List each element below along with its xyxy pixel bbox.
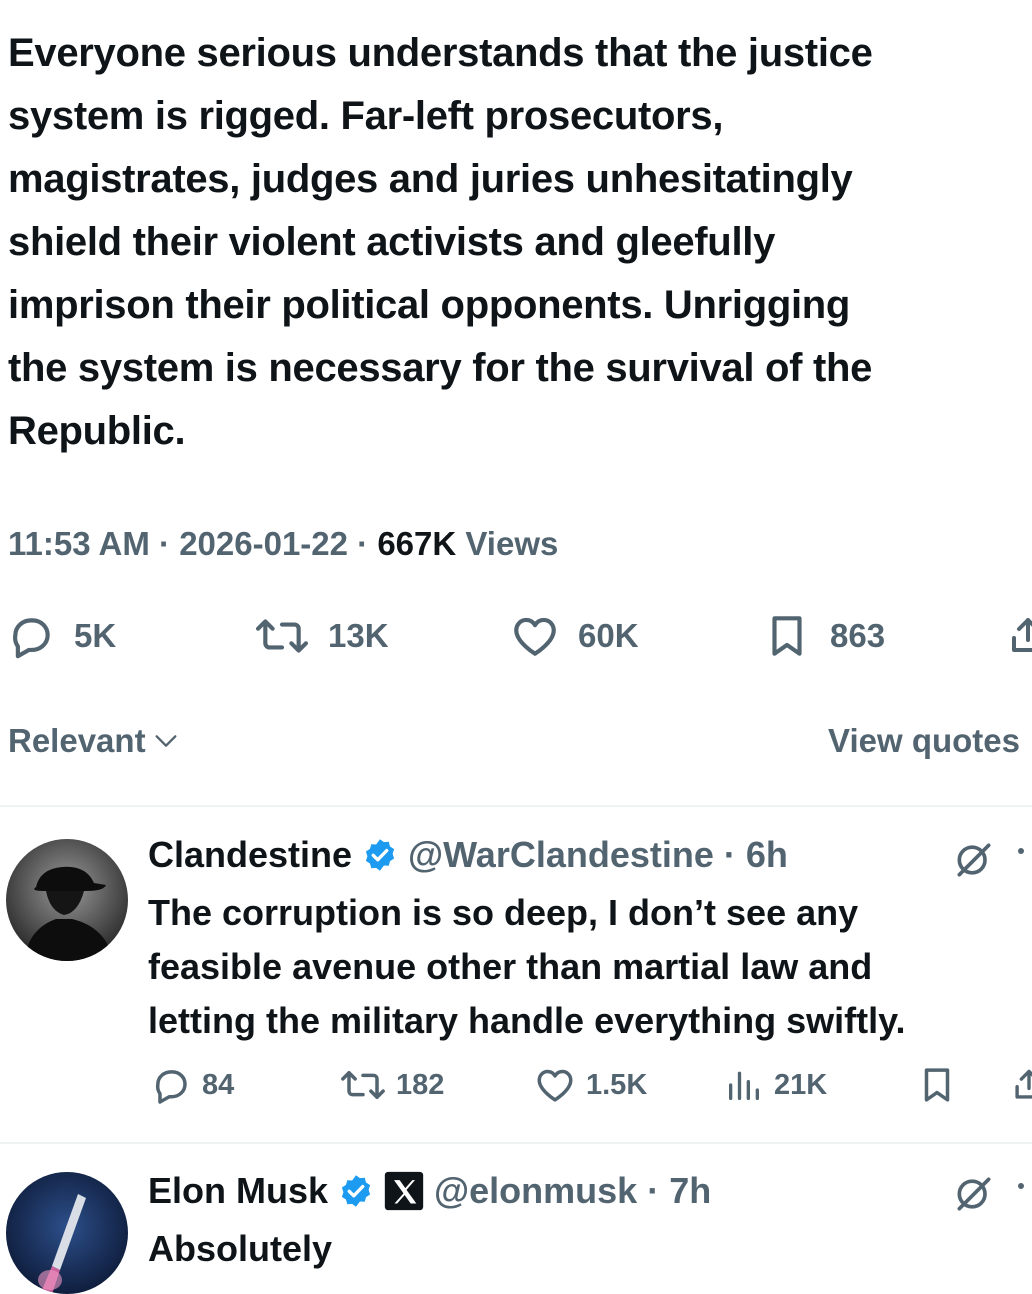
avatar[interactable] bbox=[6, 1172, 128, 1294]
share-icon[interactable] bbox=[1012, 1064, 1032, 1106]
reply-like-count: 1.5K bbox=[586, 1068, 648, 1101]
divider bbox=[0, 1142, 1032, 1144]
analytics-icon bbox=[729, 1071, 759, 1100]
views-label: Views bbox=[465, 525, 559, 562]
reply-header: Clandestine @WarClandestine · 6h bbox=[148, 834, 788, 876]
reply-icon bbox=[13, 618, 50, 659]
verified-badge-icon bbox=[365, 839, 395, 871]
bookmark-icon[interactable] bbox=[916, 1064, 958, 1106]
tweet-date[interactable]: 2026-01-22 bbox=[179, 525, 348, 562]
avatar-image bbox=[6, 839, 128, 961]
sort-dropdown[interactable]: Relevant bbox=[8, 722, 180, 760]
reply-repost-count: 182 bbox=[396, 1068, 445, 1101]
views-count: 667K bbox=[377, 525, 457, 562]
reply-like-button[interactable]: 1.5K bbox=[534, 1064, 647, 1106]
reply-author-handle[interactable]: @elonmusk bbox=[434, 1170, 637, 1211]
repost-button[interactable]: 13K bbox=[254, 600, 389, 672]
like-count: 60K bbox=[578, 617, 639, 654]
share-button[interactable] bbox=[1008, 600, 1032, 672]
tweet-time[interactable]: 11:53 AM bbox=[8, 525, 150, 562]
verified-badge-icon bbox=[341, 1175, 371, 1207]
tweet-action-bar: 5K 13K 60K 863 bbox=[0, 600, 1032, 672]
reply-text: Absolutely bbox=[148, 1228, 333, 1269]
grok-icon[interactable] bbox=[952, 838, 996, 882]
like-button[interactable]: 60K bbox=[510, 600, 639, 672]
more-options-icon[interactable] bbox=[1018, 1183, 1024, 1189]
bookmark-count: 863 bbox=[830, 617, 886, 654]
reply-author-handle[interactable]: @WarClandestine bbox=[408, 834, 714, 875]
x-affiliate-icon bbox=[384, 1171, 424, 1211]
share-icon bbox=[1012, 618, 1032, 652]
tweet-meta: 11:53 AM · 2026-01-22 · 667K Views bbox=[8, 525, 559, 562]
reply-text: The corruption is so deep, I don’t see a… bbox=[148, 892, 906, 1041]
heart-icon bbox=[537, 1069, 573, 1102]
reply-repost-button[interactable]: 182 bbox=[340, 1064, 444, 1106]
reply-views-count: 21K bbox=[774, 1068, 828, 1101]
reply-author-name[interactable]: Elon Musk bbox=[148, 1170, 328, 1212]
reply-reply-button[interactable]: 84 bbox=[150, 1064, 234, 1106]
reply-views-button[interactable]: 21K bbox=[724, 1064, 827, 1106]
reply-author-name[interactable]: Clandestine bbox=[148, 834, 352, 876]
grok-icon[interactable] bbox=[952, 1172, 996, 1216]
reply-age[interactable]: 6h bbox=[746, 834, 788, 875]
bookmark-button[interactable]: 863 bbox=[762, 600, 885, 672]
reply-header: Elon Musk @elonmusk · 7h bbox=[148, 1170, 712, 1212]
repost-icon bbox=[341, 1071, 385, 1099]
reply-reply-count: 84 bbox=[202, 1068, 235, 1101]
bookmark-icon bbox=[772, 616, 802, 656]
reply-age[interactable]: 7h bbox=[669, 1170, 711, 1211]
more-options-icon[interactable] bbox=[1018, 848, 1024, 854]
view-quotes-link[interactable]: View quotes bbox=[828, 722, 1020, 760]
heart-icon bbox=[514, 617, 556, 656]
reply-button[interactable]: 5K bbox=[6, 600, 116, 672]
chevron-down-icon bbox=[155, 735, 177, 747]
sort-label: Relevant bbox=[8, 722, 146, 759]
reply-icon bbox=[155, 1070, 187, 1104]
avatar[interactable] bbox=[6, 839, 128, 961]
reply-count: 5K bbox=[74, 617, 117, 654]
repost-count: 13K bbox=[328, 617, 389, 654]
tweet-text: Everyone serious understands that the ju… bbox=[8, 31, 873, 453]
repost-icon bbox=[255, 619, 309, 653]
divider bbox=[0, 805, 1032, 807]
avatar-image bbox=[6, 1172, 128, 1294]
